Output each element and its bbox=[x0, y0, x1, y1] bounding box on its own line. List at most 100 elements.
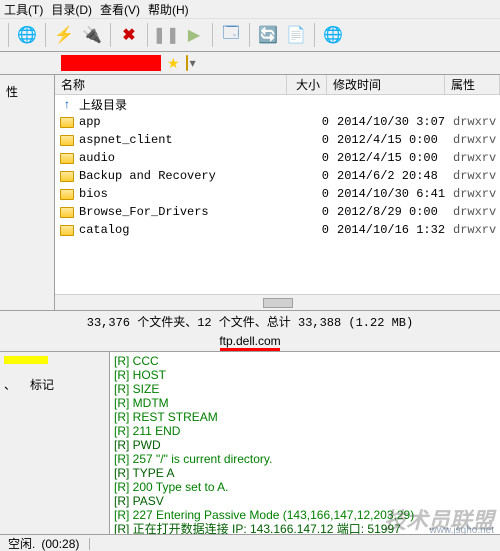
menu-dir[interactable]: 目录(D) bbox=[51, 1, 92, 18]
folder-icon bbox=[59, 169, 75, 183]
file-date: 2014/10/16 1:32 bbox=[329, 223, 447, 237]
label-mark: 标记 bbox=[30, 376, 54, 393]
file-size: 0 bbox=[289, 169, 329, 183]
menu-tools[interactable]: 工具(T) bbox=[4, 1, 43, 18]
file-name: catalog bbox=[79, 223, 289, 237]
file-size: 0 bbox=[289, 223, 329, 237]
log-line: [R] HOST bbox=[114, 368, 496, 382]
address-highlight bbox=[61, 55, 161, 71]
folder-icon bbox=[59, 115, 75, 129]
table-row[interactable]: aspnet_client02012/4/15 0:00drwxrv bbox=[55, 131, 500, 149]
table-row[interactable]: app02014/10/30 3:07drwxrv bbox=[55, 113, 500, 131]
host-underline bbox=[220, 348, 280, 351]
status-idle: 空闲. bbox=[8, 535, 35, 551]
col-modified[interactable]: 修改时间 bbox=[327, 75, 445, 94]
menu-bar: 工具(T) 目录(D) 查看(V) 帮助(H) bbox=[0, 0, 500, 18]
toolbar-separator bbox=[212, 23, 213, 47]
file-list[interactable]: ↑ 上级目录 app02014/10/30 3:07drwxrvaspnet_c… bbox=[55, 95, 500, 294]
yellow-highlight bbox=[4, 356, 48, 364]
toolbar-separator bbox=[314, 23, 315, 47]
file-size: 0 bbox=[289, 115, 329, 129]
connect-button[interactable]: ⚡ bbox=[51, 22, 77, 48]
watermark-url: www.jsgho.net bbox=[430, 524, 494, 534]
file-name: app bbox=[79, 115, 289, 129]
sync-icon: 🔄 bbox=[258, 25, 278, 45]
scrollbar-thumb[interactable] bbox=[263, 298, 293, 308]
toolbar-separator bbox=[110, 23, 111, 47]
file-name: aspnet_client bbox=[79, 133, 289, 147]
file-date: 2014/10/30 3:07 bbox=[329, 115, 447, 129]
window-icon: 🗔 bbox=[222, 22, 239, 49]
column-header: 名称 大小 修改时间 属性 bbox=[55, 75, 500, 95]
favorite-icon[interactable]: ★ bbox=[167, 55, 180, 72]
log-line: [R] SIZE bbox=[114, 382, 496, 396]
sync-button[interactable]: 🔄 bbox=[255, 22, 281, 48]
file-perm: drwxrv bbox=[447, 169, 500, 183]
pause-icon: ❚❚ bbox=[153, 25, 180, 45]
up-dir-row[interactable]: ↑ 上级目录 bbox=[55, 95, 500, 113]
plug-icon: 🔌 bbox=[82, 25, 102, 45]
disconnect-button[interactable]: 🔌 bbox=[79, 22, 105, 48]
table-row[interactable]: bios02014/10/30 6:41drwxrv bbox=[55, 185, 500, 203]
file-size: 0 bbox=[289, 205, 329, 219]
file-name: Browse_For_Drivers bbox=[79, 205, 289, 219]
refresh-button[interactable]: 🗔 bbox=[218, 22, 244, 48]
menu-help[interactable]: 帮助(H) bbox=[148, 1, 189, 18]
table-row[interactable]: audio02012/4/15 0:00drwxrv bbox=[55, 149, 500, 167]
file-date: 2014/6/2 20:48 bbox=[329, 169, 447, 183]
table-row[interactable]: catalog02014/10/16 1:32drwxrv bbox=[55, 221, 500, 239]
file-perm: drwxrv bbox=[447, 115, 500, 129]
status-time: (00:28) bbox=[41, 537, 79, 551]
log-line: [R] PASV bbox=[114, 494, 496, 508]
log-line: [R] REST STREAM bbox=[114, 410, 496, 424]
doc-icon: 📄 bbox=[286, 25, 306, 45]
horizontal-scrollbar[interactable] bbox=[55, 294, 500, 310]
log-line: [R] 200 Type set to A. bbox=[114, 480, 496, 494]
bottom-bar: 空闲. (00:28) bbox=[0, 534, 500, 551]
left-properties-label: 性 bbox=[6, 85, 18, 99]
folder-icon bbox=[59, 151, 75, 165]
toolbar-separator bbox=[8, 23, 9, 47]
left-pane: 性 bbox=[0, 75, 55, 310]
status-host: ftp.dell.com bbox=[0, 332, 500, 352]
pause-button[interactable]: ❚❚ bbox=[153, 22, 179, 48]
address-bar: ★ ▾ bbox=[0, 52, 500, 74]
toolbar: 🌐 ⚡ 🔌 ✖ ❚❚ ▶ 🗔 🔄 📄 🌐 bbox=[0, 18, 500, 52]
globe-button[interactable]: 🌐 bbox=[14, 22, 40, 48]
globe-icon: 🌐 bbox=[17, 25, 37, 45]
play-button[interactable]: ▶ bbox=[181, 22, 207, 48]
col-perm[interactable]: 属性 bbox=[445, 75, 500, 94]
main-area: 性 名称 大小 修改时间 属性 ↑ 上级目录 app02014/10/30 3:… bbox=[0, 74, 500, 310]
table-row[interactable]: Backup and Recovery02014/6/2 20:48drwxrv bbox=[55, 167, 500, 185]
dropdown-icon[interactable]: ▾ bbox=[190, 56, 196, 70]
file-date: 2012/8/29 0:00 bbox=[329, 205, 447, 219]
file-size: 0 bbox=[289, 151, 329, 165]
label-comma: 、 bbox=[4, 376, 16, 393]
host-label: ftp.dell.com bbox=[219, 334, 280, 348]
log-line: [R] 257 "/" is current directory. bbox=[114, 452, 496, 466]
globe-refresh-button[interactable]: 🌐 bbox=[320, 22, 346, 48]
abort-button[interactable]: ✖ bbox=[116, 22, 142, 48]
up-arrow-icon: ↑ bbox=[59, 97, 75, 111]
folder-icon bbox=[59, 205, 75, 219]
folder-open-icon[interactable] bbox=[186, 56, 188, 70]
file-perm: drwxrv bbox=[447, 187, 500, 201]
table-row[interactable]: Browse_For_Drivers02012/8/29 0:00drwxrv bbox=[55, 203, 500, 221]
file-date: 2012/4/15 0:00 bbox=[329, 133, 447, 147]
file-name: Backup and Recovery bbox=[79, 169, 289, 183]
menu-view[interactable]: 查看(V) bbox=[100, 1, 140, 18]
doc-button[interactable]: 📄 bbox=[283, 22, 309, 48]
file-pane: 名称 大小 修改时间 属性 ↑ 上级目录 app02014/10/30 3:07… bbox=[55, 75, 500, 310]
toolbar-separator bbox=[45, 23, 46, 47]
file-size: 0 bbox=[289, 133, 329, 147]
folder-icon bbox=[59, 133, 75, 147]
folder-icon bbox=[59, 187, 75, 201]
file-name: bios bbox=[79, 187, 289, 201]
col-name[interactable]: 名称 bbox=[55, 75, 287, 94]
file-perm: drwxrv bbox=[447, 205, 500, 219]
log-pane[interactable]: [R] CCC[R] HOST[R] SIZE[R] MDTM[R] REST … bbox=[110, 352, 500, 534]
play-icon: ▶ bbox=[188, 25, 200, 45]
col-size[interactable]: 大小 bbox=[287, 75, 327, 94]
log-line: [R] MDTM bbox=[114, 396, 496, 410]
file-perm: drwxrv bbox=[447, 223, 500, 237]
